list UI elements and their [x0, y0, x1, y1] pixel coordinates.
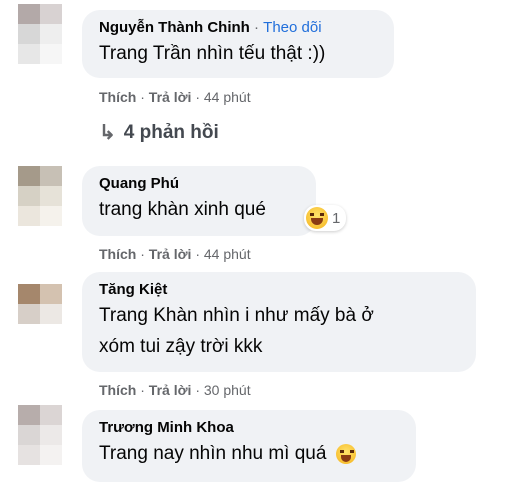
- comment-time[interactable]: 44 phút: [204, 89, 251, 105]
- reaction-count: 1: [332, 209, 341, 227]
- avatar-pixel: [40, 44, 62, 64]
- comment-text-line: Trang Khàn nhìn i như mấy bà ở: [99, 305, 374, 326]
- avatar-pixel: [18, 405, 40, 425]
- comment-actions: Thích · Trả lời · 30 phút: [99, 381, 251, 399]
- reply-link[interactable]: Trả lời: [149, 382, 192, 398]
- comment-time[interactable]: 30 phút: [204, 382, 251, 398]
- like-link[interactable]: Thích: [99, 89, 136, 105]
- comment-bubble: Tăng Kiệt Trang Khàn nhìn i như mấy bà ở…: [82, 272, 476, 372]
- avatar-pixel: [40, 445, 62, 465]
- separator-dot: ·: [195, 382, 200, 398]
- comment-author-line: Nguyễn Thành Chinh · Theo dõi: [99, 18, 382, 38]
- avatar-pixel: [18, 4, 40, 24]
- reply-arrow-icon: ↳: [99, 122, 116, 144]
- comment-actions: Thích · Trả lời · 44 phút: [99, 245, 251, 263]
- separator-dot: ·: [140, 382, 145, 398]
- avatar[interactable]: [18, 4, 62, 64]
- avatar-pixel: [40, 405, 62, 425]
- avatar-pixel: [40, 4, 62, 24]
- separator-dot: ·: [254, 19, 259, 36]
- avatar-pixel: [40, 284, 62, 304]
- avatar-pixel: [18, 44, 40, 64]
- laughing-emoji-icon: [335, 443, 356, 464]
- like-link[interactable]: Thích: [99, 382, 136, 398]
- separator-dot: ·: [195, 89, 200, 105]
- comment-author[interactable]: Nguyễn Thành Chinh: [99, 19, 250, 36]
- comment-time[interactable]: 44 phút: [204, 246, 251, 262]
- avatar-pixel: [18, 284, 40, 304]
- avatar-pixel: [40, 206, 62, 226]
- laughing-emoji-icon: [306, 207, 328, 229]
- separator-dot: ·: [195, 246, 200, 262]
- reply-link[interactable]: Trả lời: [149, 246, 192, 262]
- avatar-pixel: [40, 425, 62, 445]
- comment-author[interactable]: Trương Minh Khoa: [99, 418, 404, 438]
- comment-bubble: Quang Phú trang khàn xinh qué: [82, 166, 316, 236]
- comment-text-line: xóm tui zậy trời kkk: [99, 336, 263, 357]
- avatar[interactable]: [18, 284, 62, 324]
- like-link[interactable]: Thích: [99, 246, 136, 262]
- comment-text: trang khàn xinh qué: [99, 199, 266, 220]
- avatar-pixel: [18, 425, 40, 445]
- avatar[interactable]: [18, 166, 62, 226]
- replies-count: 4 phản hồi: [123, 121, 219, 143]
- avatar-pixel: [40, 166, 62, 186]
- avatar-pixel: [40, 304, 62, 324]
- avatar-pixel: [40, 24, 62, 44]
- comment-author[interactable]: Quang Phú: [99, 174, 304, 194]
- avatar-pixel: [40, 186, 62, 206]
- separator-dot: ·: [140, 89, 145, 105]
- reaction-badge[interactable]: 1: [304, 205, 347, 231]
- comment-bubble: Nguyễn Thành Chinh · Theo dõi Trang Trần…: [82, 10, 394, 78]
- follow-link[interactable]: Theo dõi: [263, 19, 321, 36]
- avatar-pixel: [18, 206, 40, 226]
- comment-actions: Thích · Trả lời · 44 phút: [99, 88, 251, 106]
- comment-bubble: Trương Minh Khoa Trang nay nhìn nhu mì q…: [82, 410, 416, 482]
- avatar-pixel: [18, 304, 40, 324]
- avatar-pixel: [18, 166, 40, 186]
- separator-dot: ·: [140, 246, 145, 262]
- reply-link[interactable]: Trả lời: [149, 89, 192, 105]
- comment-text: Trang Trần nhìn tếu thật :)): [99, 43, 326, 64]
- comment-text-line: Trang nay nhìn nhu mì quá: [99, 438, 404, 469]
- avatar-pixel: [18, 445, 40, 465]
- avatar[interactable]: [18, 405, 62, 465]
- avatar-pixel: [18, 186, 40, 206]
- avatar-pixel: [18, 24, 40, 44]
- comment-author[interactable]: Tăng Kiệt: [99, 280, 464, 300]
- view-replies-link[interactable]: ↳ 4 phản hồi: [99, 120, 219, 145]
- comment-text: Trang nay nhìn nhu mì quá: [99, 443, 327, 464]
